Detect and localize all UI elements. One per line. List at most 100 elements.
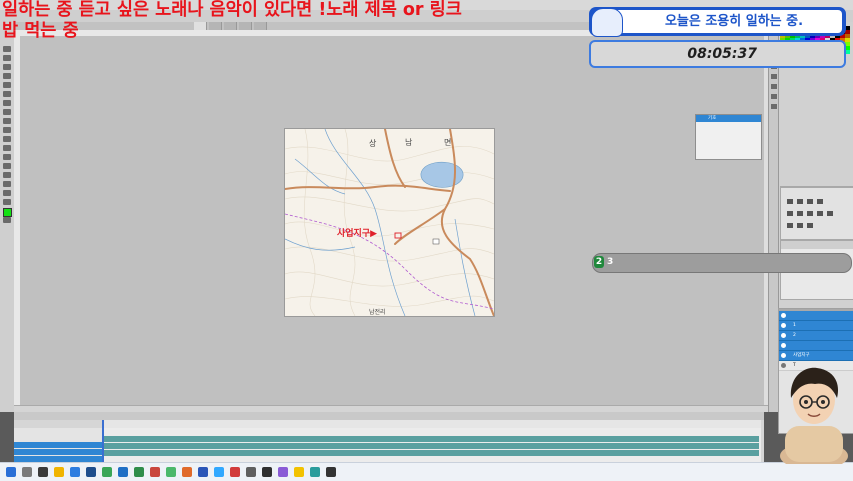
- select-tool-icon[interactable]: [3, 73, 11, 79]
- stream-overlay-title: 일하는 중 듣고 싶은 노래나 음악이 있다면 !노래 제목 or 링크 밥 먹…: [2, 0, 562, 42]
- eyedropper-tool-icon[interactable]: [3, 91, 11, 97]
- style-row[interactable]: [781, 248, 853, 249]
- timeline-tracks: [103, 428, 761, 462]
- heal-tool-icon[interactable]: [3, 100, 11, 106]
- timeline-playhead[interactable]: [102, 420, 104, 462]
- color-balance-icon[interactable]: [807, 211, 813, 216]
- timeline-track[interactable]: [14, 449, 103, 455]
- timeline-track[interactable]: [14, 442, 103, 448]
- app-icon[interactable]: [150, 467, 160, 477]
- streamer-avatar: [780, 367, 848, 464]
- app-icon[interactable]: [86, 467, 96, 477]
- app-icon[interactable]: [198, 467, 208, 477]
- path-select-tool-icon[interactable]: [3, 190, 11, 196]
- chat-message-text: 3: [607, 257, 614, 267]
- exposure-icon[interactable]: [817, 199, 823, 204]
- levels-icon[interactable]: [797, 199, 803, 204]
- map-label: 남전리: [369, 309, 386, 316]
- overlay-title-line: 밥 먹는 중: [2, 21, 79, 41]
- floating-panel: 기호: [695, 114, 762, 160]
- app-icon[interactable]: [102, 467, 112, 477]
- gradient-tool-icon[interactable]: [3, 145, 11, 151]
- app-icon[interactable]: [326, 467, 336, 477]
- app-icon[interactable]: [294, 467, 304, 477]
- history-brush-tool-icon[interactable]: [3, 127, 11, 133]
- marquee-tool-icon[interactable]: [3, 55, 11, 61]
- search-icon[interactable]: [22, 467, 32, 477]
- adjustments-panel-title: [781, 187, 853, 188]
- lasso-tool-icon[interactable]: [3, 64, 11, 70]
- toolbox: [0, 22, 15, 412]
- move-tool-icon[interactable]: [3, 46, 11, 52]
- float-panel-row-selected[interactable]: 기호: [696, 115, 761, 122]
- stamp-tool-icon[interactable]: [3, 118, 11, 124]
- layer-name: 2: [793, 333, 796, 338]
- chat-badge: 2: [594, 256, 604, 268]
- timeline-clip[interactable]: [103, 436, 759, 442]
- app-icon[interactable]: [182, 467, 192, 477]
- app-icon[interactable]: [230, 467, 240, 477]
- actions-panel-icon[interactable]: [771, 74, 777, 79]
- layer-row[interactable]: 1: [779, 321, 853, 331]
- app-icon[interactable]: [166, 467, 176, 477]
- paragraph-panel-icon[interactable]: [771, 94, 777, 99]
- timeline-track-list: [14, 428, 103, 462]
- clock-text: 08:05:37: [687, 46, 757, 62]
- dodge-tool-icon[interactable]: [3, 163, 11, 169]
- timeline-clip[interactable]: [103, 443, 759, 449]
- excel-icon[interactable]: [134, 467, 144, 477]
- map-label: 상: [369, 139, 377, 148]
- status-banner-text: 오늘은 조용히 일하는 중.: [664, 14, 804, 29]
- app-icon[interactable]: [246, 467, 256, 477]
- eye-icon[interactable]: [781, 333, 786, 338]
- layer-row[interactable]: [779, 341, 853, 351]
- photo-filter-icon[interactable]: [827, 211, 833, 216]
- shape-tool-icon[interactable]: [3, 199, 11, 205]
- app-icon[interactable]: [262, 467, 272, 477]
- posterize-icon[interactable]: [797, 223, 803, 228]
- layer-row[interactable]: 2: [779, 331, 853, 341]
- eye-icon[interactable]: [781, 343, 786, 348]
- map-label: 남: [405, 138, 413, 147]
- brightness-icon[interactable]: [787, 199, 793, 204]
- browser-icon[interactable]: [70, 467, 80, 477]
- windows-start-icon[interactable]: [6, 467, 16, 477]
- threshold-icon[interactable]: [807, 223, 813, 228]
- hue-saturation-icon[interactable]: [797, 211, 803, 216]
- layer-row[interactable]: [779, 311, 853, 321]
- crop-tool-icon[interactable]: [3, 82, 11, 88]
- black-white-icon[interactable]: [817, 211, 823, 216]
- curves-icon[interactable]: [807, 199, 813, 204]
- mascot-icon: [591, 8, 623, 37]
- eye-icon[interactable]: [781, 353, 786, 358]
- character-panel-icon[interactable]: [771, 84, 777, 89]
- eye-icon[interactable]: [781, 313, 786, 318]
- pen-tool-icon[interactable]: [3, 172, 11, 178]
- brush-tool-icon[interactable]: [3, 109, 11, 115]
- document-status-bar: [14, 405, 768, 412]
- layer-name: 1: [793, 323, 796, 328]
- eye-icon[interactable]: [781, 323, 786, 328]
- invert-icon[interactable]: [787, 223, 793, 228]
- task-view-icon[interactable]: [38, 467, 48, 477]
- map-document[interactable]: 상 남 면 남전리 사업지구▶: [285, 129, 494, 316]
- app-icon[interactable]: [278, 467, 288, 477]
- timeline-clip[interactable]: [103, 450, 759, 456]
- blur-tool-icon[interactable]: [3, 154, 11, 160]
- chat-message-pill: [592, 253, 852, 273]
- timeline-header: [14, 412, 764, 420]
- foreground-color-swatch[interactable]: [3, 208, 12, 217]
- windows-taskbar: [0, 462, 853, 481]
- photoshop-icon[interactable]: [214, 467, 224, 477]
- app-icon[interactable]: [310, 467, 320, 477]
- eraser-tool-icon[interactable]: [3, 136, 11, 142]
- overlay-title-line: 일하는 중 듣고 싶은 노래나 음악이 있다면 !노래 제목 or 링크: [2, 0, 462, 20]
- vibrance-icon[interactable]: [787, 211, 793, 216]
- zoom-tool-icon[interactable]: [3, 217, 11, 223]
- layer-row[interactable]: 사업지구: [779, 351, 853, 361]
- app-icon[interactable]: [118, 467, 128, 477]
- map-label: 면: [444, 138, 452, 147]
- brush-panel-icon[interactable]: [771, 104, 777, 109]
- file-explorer-icon[interactable]: [54, 467, 64, 477]
- type-tool-icon[interactable]: [3, 181, 11, 187]
